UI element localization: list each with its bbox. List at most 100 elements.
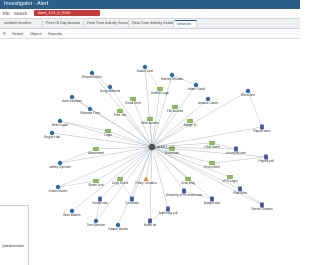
- node-label: USB Insert: [204, 145, 220, 149]
- graph-node-doc[interactable]: Budget.xlsx: [204, 196, 221, 206]
- graph-node-user[interactable]: Casper Brown: [108, 222, 128, 231]
- graph-edge: [151, 90, 249, 148]
- questionnaire-label[interactable]: Questionnaire: [2, 244, 24, 248]
- graph-node-doc[interactable]: Server Domain: [251, 202, 273, 212]
- node-label: Accounts.xlsx: [226, 151, 246, 155]
- node-label: Rogue Hall: [44, 135, 60, 139]
- node-label: Unified Login: [151, 91, 170, 95]
- graph-node-event[interactable]: Web Access: [141, 117, 159, 125]
- node-label: Kristin Moore: [49, 189, 68, 193]
- node-label: Share Link: [88, 183, 104, 187]
- window-title: Investigator - Alert: [4, 1, 49, 7]
- node-label: Beth Logan: [52, 123, 69, 127]
- node-label: Summary.pdf: [159, 211, 178, 215]
- reports-menu[interactable]: Reports: [48, 29, 62, 38]
- node-label: Tom Spencer: [87, 223, 107, 227]
- graph-edge: [151, 126, 263, 148]
- graph-node-doc[interactable]: Accounts.xlsx: [226, 146, 246, 156]
- node-label: Osaka User: [137, 69, 155, 73]
- node-label: Jeffrey Spencer: [49, 165, 72, 169]
- menu-bar: File Search Alert_123_6_SUN: [0, 9, 300, 19]
- graph-node-user[interactable]: Jean Seymour: [62, 94, 83, 103]
- node-label: Print Job: [114, 113, 127, 117]
- graph-edge: [51, 132, 153, 148]
- graph-node-doc[interactable]: Plan.docx: [233, 186, 247, 196]
- refresh-icon[interactable]: ↻: [3, 29, 6, 38]
- graph-node-doc[interactable]: Roster.xlsx: [92, 196, 108, 206]
- graph-node-doc[interactable]: Notes.txt: [144, 218, 157, 228]
- node-label: Julian Gould: [187, 87, 205, 91]
- tab-network[interactable]: Network: [175, 20, 197, 27]
- graph-node-user[interactable]: Doug Williams: [100, 84, 121, 93]
- graph-node-doc[interactable]: Summary.pdf: [159, 206, 178, 216]
- graph-node-event[interactable]: Badge In: [184, 119, 197, 127]
- graph-node-user[interactable]: Harvey Rhodes: [161, 72, 183, 81]
- tab-peer-of-day-access[interactable]: Peer Of Day Access: [44, 20, 84, 27]
- toolbar: ↻ Select Object Reports: [0, 29, 300, 39]
- graph-node-user[interactable]: Bian Waters: [63, 208, 81, 217]
- node-label: Badge In: [184, 123, 197, 127]
- graph-node-user[interactable]: Rhea Ann: [241, 88, 255, 97]
- title-bar: Investigator - Alert: [0, 0, 300, 9]
- node-label: Copy Event: [112, 181, 129, 185]
- node-label: Directory of 50 extra rows: [166, 193, 203, 197]
- node-label: Notes.txt: [144, 223, 157, 227]
- node-label: Server Domain: [251, 207, 272, 211]
- node-label: Report.docx: [253, 129, 271, 133]
- graph-node-doc[interactable]: Contracts: [125, 196, 139, 206]
- graph-node-user[interactable]: Beth Logan: [52, 118, 69, 127]
- graph-node-user[interactable]: Jessica Carter: [198, 96, 219, 105]
- graph-node-event[interactable]: Print Job: [114, 109, 127, 117]
- tab-real-time-activity-details[interactable]: Real Time Activity Details: [130, 20, 174, 27]
- graph-edge: [151, 146, 231, 178]
- select-menu[interactable]: Select: [12, 29, 23, 38]
- object-menu[interactable]: Object: [30, 29, 42, 38]
- graph-node-event[interactable]: Chat Msg: [181, 177, 195, 185]
- node-label: Roster.xlsx: [92, 201, 108, 205]
- graph-node-user[interactable]: Julian Gould: [187, 82, 205, 91]
- graph-node-user[interactable]: Tom Spencer: [87, 218, 107, 227]
- tab-real-time-activity-summary[interactable]: Real Time Activity Summary: [85, 20, 129, 27]
- alert-id-badge[interactable]: Alert_123_6_SUN: [34, 10, 100, 16]
- graph-edge: [117, 146, 153, 226]
- graph-edge: [95, 146, 153, 182]
- graph-node-user[interactable]: Osaka User: [137, 64, 155, 73]
- node-label: Web Access: [141, 121, 159, 125]
- tab-incident-timeline[interactable]: Incident timeline: [2, 20, 43, 27]
- graph-edge: [151, 98, 209, 148]
- node-label: Policy Violation: [135, 181, 157, 185]
- center-node-label: ALERT_123: [157, 145, 175, 149]
- graph-node-event[interactable]: Attachment: [88, 147, 104, 155]
- graph-node-event[interactable]: USB Insert: [204, 141, 220, 149]
- graph-edge: [151, 88, 161, 148]
- graph-node-user[interactable]: Rhianna Ford: [80, 106, 100, 115]
- graph-node-event[interactable]: Unified Login: [151, 87, 170, 95]
- graph-node-event[interactable]: Copy Event: [112, 177, 129, 185]
- node-label: Contracts: [125, 201, 139, 205]
- graph-edge: [151, 146, 169, 210]
- graph-node-event[interactable]: Login: [104, 129, 112, 137]
- graph-node-user[interactable]: Jeffrey Spencer: [49, 160, 72, 169]
- node-label: Login: [104, 133, 112, 137]
- graph-node-doc[interactable]: Directory of 50 extra rows: [166, 188, 203, 198]
- graph-node-doc[interactable]: Report.docx: [253, 124, 271, 134]
- menu-search[interactable]: Search: [14, 9, 27, 18]
- node-label: VPN Login: [222, 179, 237, 183]
- graph-node-event[interactable]: VPN Login: [222, 175, 238, 183]
- node-label: Download: [165, 151, 179, 155]
- tab-bar: Incident timeline Peer Of Day Access Rea…: [0, 19, 300, 29]
- node-label: Plan.docx: [233, 191, 247, 195]
- graph-node-event[interactable]: Email Sent: [125, 97, 141, 105]
- node-label: File Access: [167, 109, 184, 113]
- graph-node-doc[interactable]: Payroll.pdf: [258, 154, 274, 164]
- node-label: Research Arm: [82, 75, 103, 79]
- network-graph[interactable]: Osaka User Research Arm Harvey Rhodes Doug …: [0, 39, 300, 264]
- node-label: Rhea Ann: [241, 93, 255, 97]
- menu-file[interactable]: File: [3, 9, 10, 18]
- node-label: Proxy Alert: [204, 165, 220, 169]
- graph-node-event[interactable]: Share Link: [88, 179, 104, 187]
- node-label: Budget.xlsx: [204, 201, 221, 205]
- graph-node-user[interactable]: Research Arm: [82, 70, 103, 79]
- alert-node-icon[interactable]: [148, 143, 156, 151]
- graph-node-user[interactable]: Rogue Hall: [44, 130, 60, 139]
